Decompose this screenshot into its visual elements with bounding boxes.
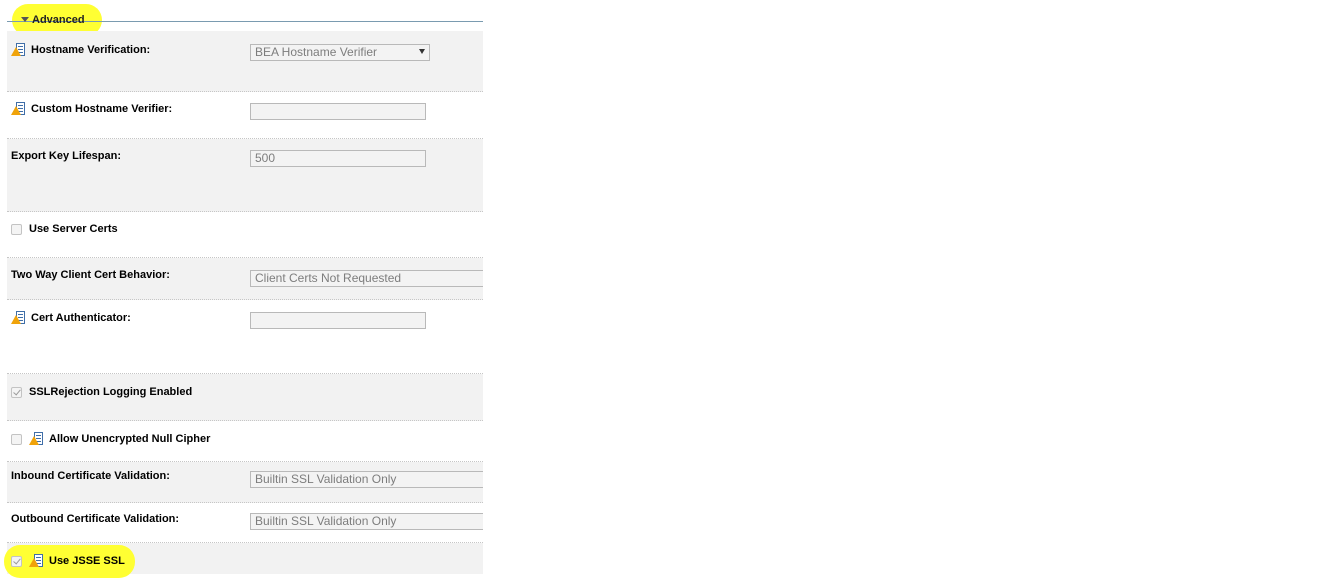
label-two-way-client-cert: Two Way Client Cert Behavior:	[11, 269, 170, 281]
row-allow-null-cipher: Allow Unencrypted Null Cipher	[7, 421, 483, 462]
custom-hostname-verifier-input[interactable]	[250, 103, 426, 120]
row-use-jsse-ssl: Use JSSE SSL	[7, 543, 483, 574]
label-outbound-cert-validation: Outbound Certificate Validation:	[11, 513, 180, 525]
row-cert-authenticator: Cert Authenticator:	[7, 300, 483, 374]
row-two-way-client-cert: Two Way Client Cert Behavior: Client Cer…	[7, 258, 483, 300]
use-server-certs-checkbox[interactable]	[11, 223, 22, 235]
row-inbound-cert-validation: Inbound Certificate Validation: Builtin …	[7, 462, 483, 503]
allow-null-cipher-checkbox[interactable]	[11, 433, 22, 445]
inbound-cert-validation-select[interactable]: Builtin SSL Validation Only	[250, 471, 483, 488]
advanced-toggle[interactable]: Advanced	[21, 14, 85, 26]
row-outbound-cert-validation: Outbound Certificate Validation: Builtin…	[7, 503, 483, 543]
ssl-rejection-logging-checkbox[interactable]	[11, 386, 22, 398]
label-export-key-lifespan: Export Key Lifespan:	[11, 150, 122, 162]
two-way-client-cert-select[interactable]: Client Certs Not Requested	[250, 270, 483, 287]
label-use-server-certs: Use Server Certs	[11, 223, 118, 235]
label-cert-authenticator: Cert Authenticator:	[11, 311, 131, 325]
use-jsse-ssl-checkbox[interactable]	[11, 555, 22, 567]
restart-required-icon	[29, 432, 45, 446]
label-custom-hostname-verifier: Custom Hostname Verifier:	[11, 102, 172, 116]
label-use-jsse-ssl: Use JSSE SSL	[11, 554, 125, 568]
label-hostname-verification: Hostname Verification:	[11, 43, 150, 57]
row-hostname-verification: Hostname Verification: BEA Hostname Veri…	[7, 31, 483, 92]
restart-required-icon	[29, 554, 45, 568]
cert-authenticator-input[interactable]	[250, 312, 426, 329]
label-inbound-cert-validation: Inbound Certificate Validation:	[11, 470, 170, 482]
row-ssl-rejection-logging: SSLRejection Logging Enabled	[7, 374, 483, 421]
triangle-down-icon	[21, 17, 29, 22]
advanced-title: Advanced	[32, 14, 85, 26]
row-custom-hostname-verifier: Custom Hostname Verifier:	[7, 92, 483, 139]
restart-required-icon	[11, 102, 27, 116]
hostname-verification-select[interactable]: BEA Hostname Verifier	[250, 44, 430, 61]
restart-required-icon	[11, 43, 27, 57]
export-key-lifespan-input[interactable]: 500	[250, 150, 426, 167]
label-ssl-rejection-logging: SSLRejection Logging Enabled	[11, 386, 192, 398]
advanced-fieldset: Advanced Hostname Verification: BEA Host…	[7, 0, 483, 585]
chevron-down-icon	[419, 49, 425, 54]
label-allow-null-cipher: Allow Unencrypted Null Cipher	[11, 432, 210, 446]
row-use-server-certs: Use Server Certs	[7, 212, 483, 258]
row-export-key-lifespan: Export Key Lifespan: 500	[7, 139, 483, 212]
outbound-cert-validation-select[interactable]: Builtin SSL Validation Only	[250, 513, 483, 530]
restart-required-icon	[11, 311, 27, 325]
